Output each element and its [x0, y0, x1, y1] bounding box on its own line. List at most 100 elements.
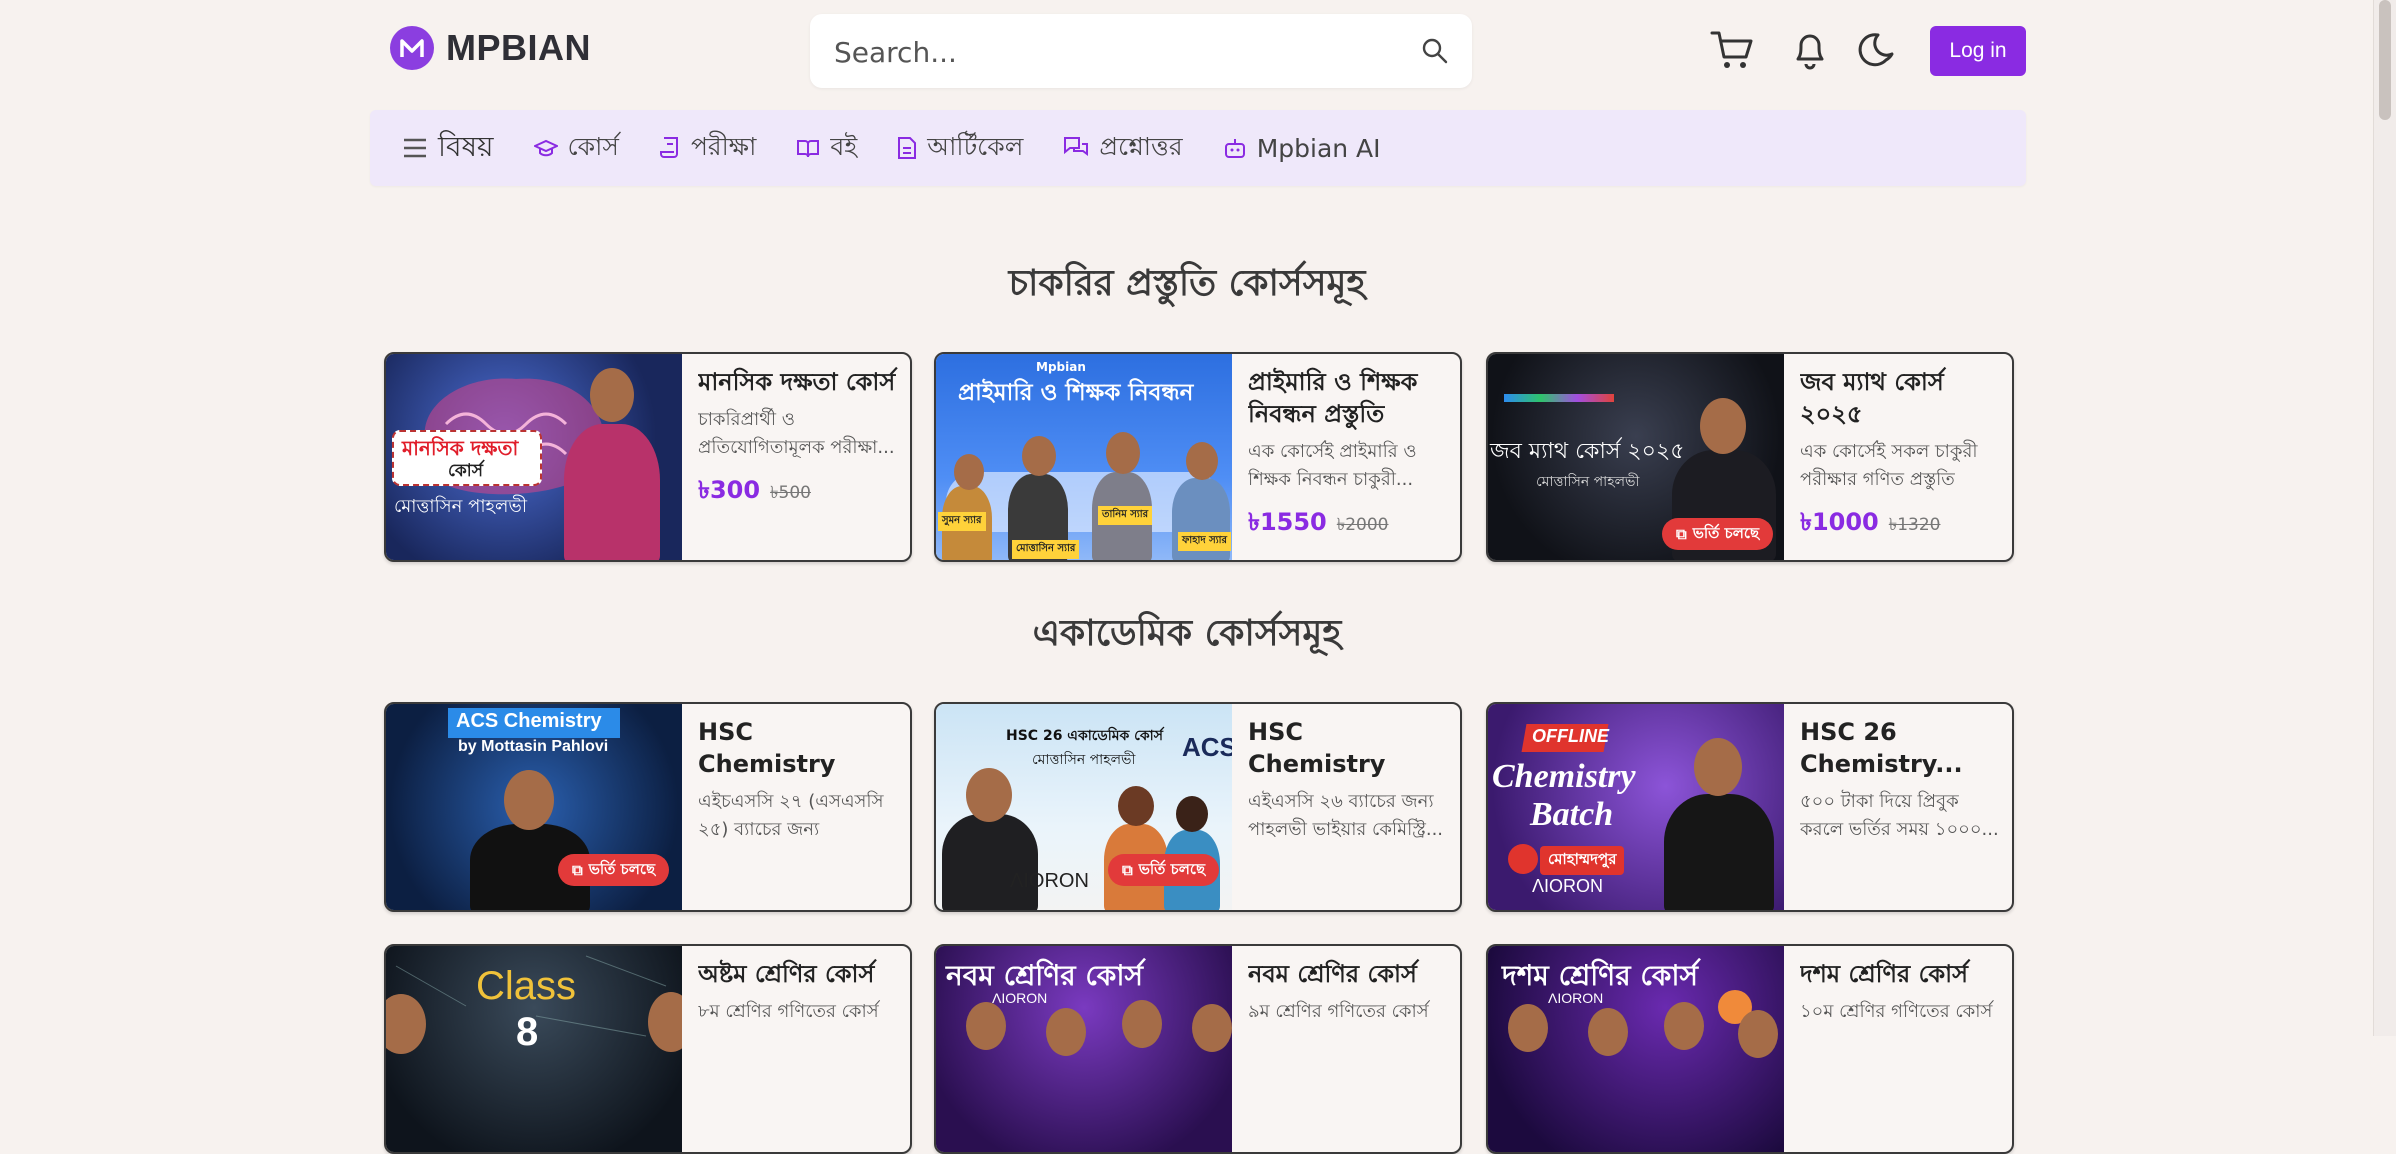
- course-card[interactable]: মানসিক দক্ষতা কোর্স মোত্তাসিন পাহলভী মান…: [384, 352, 912, 562]
- instructor-head: [1738, 1010, 1778, 1058]
- thumbnail-subtitle: Batch: [1530, 796, 1614, 833]
- section-title-job-prep: চাকরির প্রস্তুতি কোর্সসমূহ: [1008, 263, 1366, 304]
- course-title[interactable]: জব ম্যাথ কোর্স ২০২৫: [1800, 366, 2000, 430]
- nav-item-articles[interactable]: আর্টিকেল: [897, 127, 1023, 170]
- instructor-tag: মোত্তাসিন স্যার: [1012, 540, 1080, 559]
- course-old-price: ৳1320: [1888, 515, 1941, 535]
- instructor-head: [1508, 1004, 1548, 1052]
- instructor-photo: [1664, 794, 1774, 910]
- thumbnail-title: ACS Chemistry: [456, 710, 602, 732]
- course-thumbnail[interactable]: Mpbian প্রাইমারি ও শিক্ষক নিবন্ধন সুমন স…: [936, 354, 1232, 560]
- section-title-academic: একাডেমিক কোর্সসমূহ: [1032, 613, 1342, 654]
- instructor-photo: [942, 814, 1038, 910]
- course-title[interactable]: নবম শ্রেণির কোর্স: [1248, 958, 1448, 990]
- instructor-head: [1664, 1002, 1704, 1050]
- chat-icon: [1064, 137, 1089, 156]
- instructor-head: [966, 768, 1012, 822]
- course-card[interactable]: HSC 26 একাডেমিক কোর্স মোত্তাসিন পাহলভী A…: [934, 702, 1462, 912]
- thumbnail-title: Chemistry: [1492, 758, 1636, 795]
- course-old-price: ৳2000: [1336, 515, 1389, 535]
- instructor-tag: ফাহাদ স্যার: [1178, 532, 1232, 551]
- course-description: চাকরিপ্রার্থী ও প্রতিযোগিতামূলক পরীক্ষা.…: [698, 409, 895, 458]
- moon-icon[interactable]: [1854, 26, 1902, 74]
- nav-item-subjects[interactable]: বিষয়: [402, 125, 494, 172]
- scrollbar-thumb[interactable]: [2379, 0, 2391, 120]
- search-input[interactable]: [832, 14, 1396, 90]
- nav-item-exams[interactable]: পরীক্ষা: [659, 127, 756, 170]
- thumbnail-author: মোত্তাসিন পাহলভী: [1032, 752, 1136, 768]
- course-thumbnail[interactable]: মানসিক দক্ষতা কোর্স মোত্তাসিন পাহলভী: [386, 354, 682, 560]
- book-icon: [797, 140, 820, 158]
- enrollment-badge: ⧉ ভর্তি চলছে: [1662, 518, 1774, 550]
- cart-icon[interactable]: [1708, 26, 1756, 74]
- nav-label: বিষয়: [438, 129, 494, 163]
- nav-item-books[interactable]: বই: [796, 127, 857, 170]
- course-title[interactable]: HSC 26 Chemistry...: [1800, 716, 2000, 780]
- graduation-cap-icon: [533, 139, 558, 157]
- course-card[interactable]: নবম শ্রেণির কোর্স ΛIORON নবম শ্রেণির কোর…: [934, 944, 1462, 1154]
- course-description: ৯ম শ্রেণির গণিতের কোর্স: [1248, 1001, 1429, 1022]
- nav-label: Mpbian AI: [1256, 133, 1381, 163]
- thumbnail-brand-2: ΛIORON: [992, 990, 1048, 1006]
- course-price: ৳1000: [1800, 508, 1879, 536]
- site-header: MPBIAN Log in: [0, 0, 2374, 100]
- course-card[interactable]: Mpbian প্রাইমারি ও শিক্ষক নিবন্ধন সুমন স…: [934, 352, 1462, 562]
- course-card[interactable]: দশম শ্রেণির কোর্স ΛIORON দশম শ্রেণির কোর…: [1486, 944, 2014, 1154]
- course-title[interactable]: HSC Chemistry 2027: [698, 716, 898, 780]
- course-card[interactable]: ACS Chemistry by Mottasin Pahlovi ⧉ ভর্তি…: [384, 702, 912, 912]
- course-description: এক কোর্সেই সকল চাকুরী পরীক্ষার গণিত প্রস…: [1800, 441, 1978, 490]
- enrollment-badge: ⧉ ভর্তি চলছে: [1108, 854, 1220, 886]
- instructor-tag: সুমন স্যার: [938, 512, 986, 531]
- course-title[interactable]: HSC Chemistry 2026: [1248, 716, 1448, 780]
- logo-mark-icon: [390, 26, 434, 70]
- nav-item-ai[interactable]: Mpbian AI: [1223, 134, 1381, 163]
- thumbnail-subtitle: কোর্স: [448, 461, 483, 481]
- nav-label: প্রশ্নোত্তর: [1099, 131, 1183, 161]
- nav-item-qa[interactable]: প্রশ্নোত্তর: [1063, 127, 1183, 170]
- nav-label: আর্টিকেল: [927, 131, 1024, 161]
- course-description: ৫০০ টাকা দিয়ে প্রিবুক করলে ভর্তির সময় …: [1800, 791, 1999, 840]
- instructor-head: [590, 368, 634, 422]
- thumbnail-title: প্রাইমারি ও শিক্ষক নিবন্ধন: [958, 380, 1194, 406]
- menu-icon: [404, 138, 426, 158]
- course-thumbnail[interactable]: Class 8: [386, 946, 682, 1152]
- copy-icon: ⧉: [1122, 861, 1133, 879]
- course-title[interactable]: প্রাইমারি ও শিক্ষক নিবন্ধন প্রস্তুতি: [1248, 366, 1448, 430]
- thumbnail-title: জব ম্যাথ কোর্স ২০২৫: [1490, 439, 1685, 464]
- nav-label: কোর্স: [567, 131, 619, 161]
- instructor-head: [1186, 442, 1218, 480]
- course-thumbnail[interactable]: দশম শ্রেণির কোর্স ΛIORON: [1488, 946, 1784, 1152]
- nav-item-courses[interactable]: কোর্স: [533, 127, 619, 170]
- page-scrollbar[interactable]: [2373, 0, 2396, 1036]
- course-description: এইএসসি ২৬ ব্যাচের জন্য পাহলভী ভাইয়ার কে…: [1248, 791, 1444, 840]
- login-button[interactable]: Log in: [1930, 26, 2026, 76]
- course-thumbnail[interactable]: নবম শ্রেণির কোর্স ΛIORON: [936, 946, 1232, 1152]
- course-description: ৮ম শ্রেণির গণিতের কোর্স: [698, 1001, 879, 1022]
- nav-label: বই: [830, 131, 858, 161]
- instructor-head: [1700, 398, 1746, 454]
- course-card[interactable]: OFFLINE Chemistry Batch মোহাম্মদপুর ΛIOR…: [1486, 702, 2014, 912]
- thumbnail-title: HSC 26 একাডেমিক কোর্স: [1006, 728, 1163, 744]
- search-icon[interactable]: [1420, 36, 1450, 66]
- course-card[interactable]: Class 8 অষ্টম শ্রেণির কোর্স ৮ম শ্রেণির গ…: [384, 944, 912, 1154]
- illustration-head: [1118, 786, 1154, 826]
- bell-icon[interactable]: [1786, 26, 1834, 74]
- course-price: ৳1550: [1248, 508, 1327, 536]
- course-title[interactable]: দশম শ্রেণির কোর্স: [1800, 958, 2000, 990]
- course-title[interactable]: অষ্টম শ্রেণির কোর্স: [698, 958, 898, 990]
- course-card[interactable]: জব ম্যাথ কোর্স ২০২৫ মোত্তাসিন পাহলভী ⧉ ভর…: [1486, 352, 2014, 562]
- instructor-head: [1122, 1000, 1162, 1048]
- course-thumbnail[interactable]: জব ম্যাথ কোর্স ২০২৫ মোত্তাসিন পাহলভী ⧉ ভর…: [1488, 354, 1784, 560]
- instructor-head: [1106, 432, 1140, 474]
- course-description: এইচএসসি ২৭ (এসএসসি ২৫) ব্যাচের জন্য: [698, 791, 884, 840]
- course-title[interactable]: মানসিক দক্ষতা কোর্স: [698, 366, 898, 398]
- course-description: এক কোর্সেই প্রাইমারি ও শিক্ষক নিবন্ধন চা…: [1248, 441, 1417, 490]
- course-thumbnail[interactable]: ACS Chemistry by Mottasin Pahlovi ⧉ ভর্তি…: [386, 704, 682, 910]
- course-thumbnail[interactable]: HSC 26 একাডেমিক কোর্স মোত্তাসিন পাহলভী A…: [936, 704, 1232, 910]
- bot-icon: [1224, 139, 1245, 158]
- search-box[interactable]: [810, 14, 1472, 90]
- instructor-head: [966, 1002, 1006, 1050]
- thumbnail-author: মোত্তাসিন পাহলভী: [394, 496, 527, 517]
- brand-logo[interactable]: MPBIAN: [390, 26, 591, 70]
- course-thumbnail[interactable]: OFFLINE Chemistry Batch মোহাম্মদপুর ΛIOR…: [1488, 704, 1784, 910]
